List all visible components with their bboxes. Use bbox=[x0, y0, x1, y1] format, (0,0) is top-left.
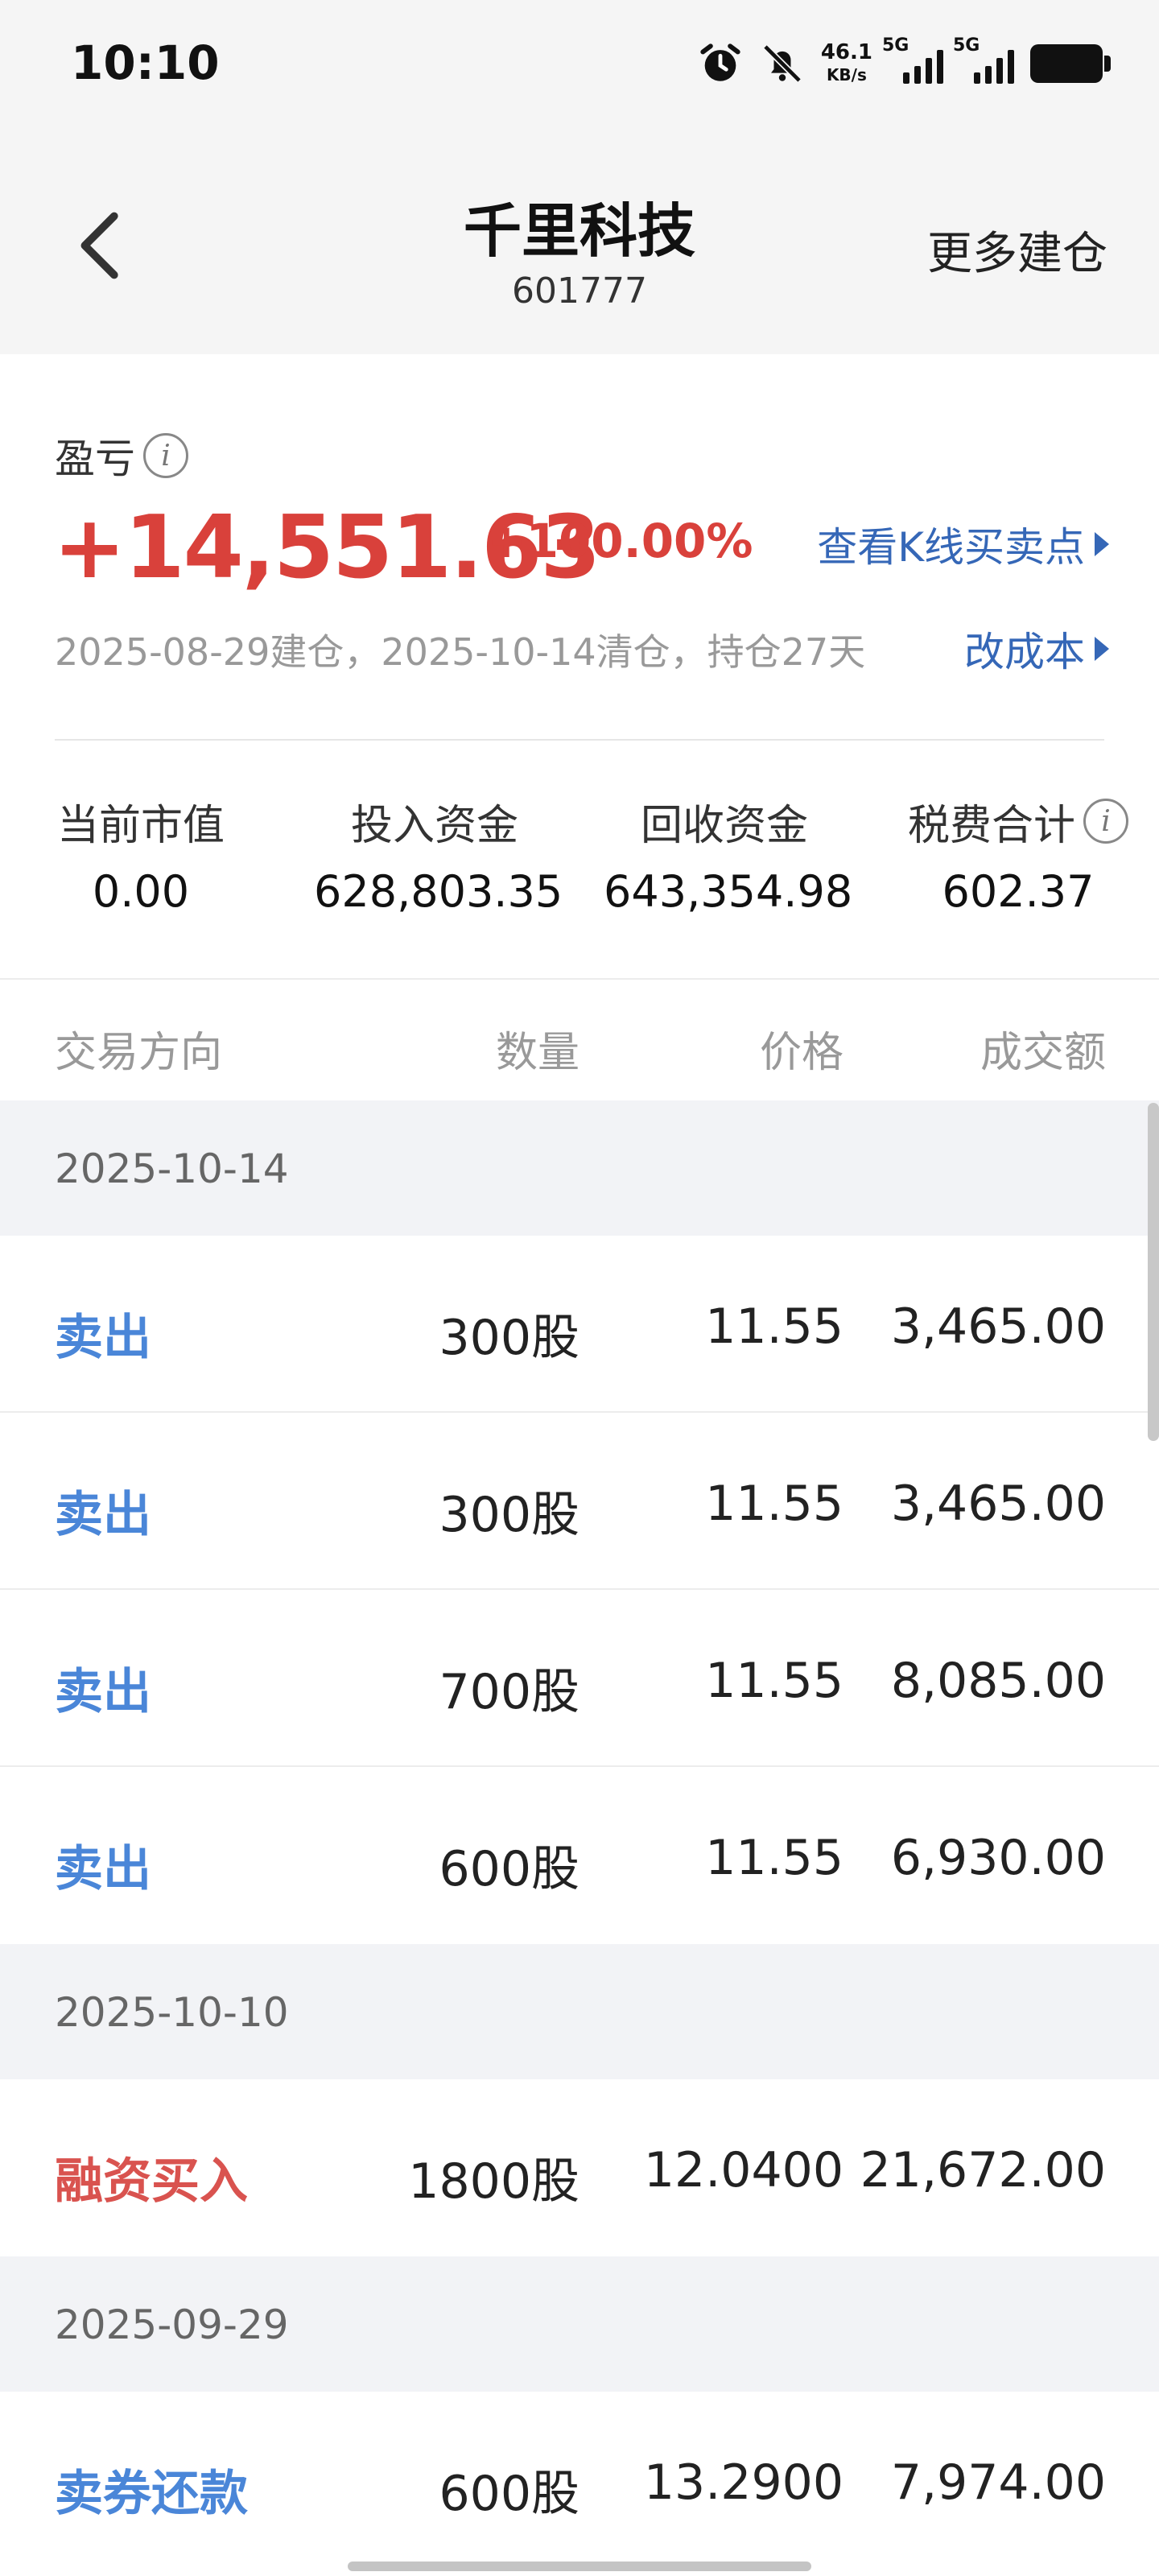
date-header: 2025-09-29 bbox=[0, 2256, 1159, 2392]
nav-bar: 千里科技 601777 更多建仓 bbox=[0, 121, 1159, 354]
signal-2-icon: 5G bbox=[953, 35, 1014, 84]
stats-row: 当前市值 0.00 投入资金 628,803.35 回收资金 643,354.9… bbox=[0, 789, 1159, 950]
divider bbox=[55, 739, 1104, 741]
signal-1-icon: 5G bbox=[882, 35, 943, 84]
stat-recovered: 回收资金 643,354.98 bbox=[604, 801, 853, 918]
table-row[interactable]: 卖券还款 600股 13.2900 7,974.00 bbox=[0, 2392, 1159, 2569]
stat-market-value: 当前市值 0.00 bbox=[56, 801, 225, 918]
edit-cost-link[interactable]: 改成本 bbox=[964, 620, 1109, 678]
alarm-icon bbox=[700, 43, 740, 81]
status-bar: 10:10 46.1 KB/s 5G 5G bbox=[0, 0, 1159, 121]
battery-icon bbox=[1030, 44, 1111, 83]
kline-link[interactable]: 查看K线买卖点 bbox=[817, 515, 1109, 573]
position-summary: 盈亏 i +14,551.63 +100.00% 查看K线买卖点 2025-08… bbox=[0, 354, 1159, 978]
info-icon[interactable]: i bbox=[143, 433, 188, 478]
stat-invested: 投入资金 628,803.35 bbox=[314, 801, 563, 918]
net-speed: 46.1 KB/s bbox=[820, 40, 872, 85]
stat-fees: 税费合计 i 602.37 bbox=[889, 789, 1147, 917]
more-positions-button[interactable]: 更多建仓 bbox=[927, 217, 1107, 283]
scrollbar[interactable] bbox=[1148, 1103, 1159, 1441]
trade-list: 2025-10-14 卖出 300股 11.55 3,465.00 卖出 300… bbox=[0, 1100, 1159, 2569]
date-header: 2025-10-10 bbox=[0, 1944, 1159, 2079]
date-header: 2025-10-14 bbox=[0, 1100, 1159, 1236]
status-icons: 46.1 KB/s 5G 5G bbox=[697, 35, 1111, 92]
home-indicator[interactable] bbox=[348, 2562, 811, 2571]
table-row[interactable]: 卖出 600股 11.55 6,930.00 bbox=[0, 1767, 1159, 1944]
table-row[interactable]: 卖出 300股 11.55 3,465.00 bbox=[0, 1236, 1159, 1413]
table-row[interactable]: 融资买入 1800股 12.0400 21,672.00 bbox=[0, 2079, 1159, 2256]
pl-label: 盈亏 i bbox=[55, 427, 188, 485]
table-header: 交易方向 数量 价格 成交额 bbox=[0, 980, 1159, 1100]
table-row[interactable]: 卖出 300股 11.55 3,465.00 bbox=[0, 1413, 1159, 1590]
triangle-right-icon bbox=[1095, 532, 1109, 556]
info-icon[interactable]: i bbox=[1083, 799, 1128, 844]
triangle-right-icon bbox=[1095, 637, 1109, 661]
table-row[interactable]: 卖出 700股 11.55 8,085.00 bbox=[0, 1590, 1159, 1767]
status-time: 10:10 bbox=[71, 35, 220, 90]
holding-info: 2025-08-29建仓，2025-10-14清仓，持仓27天 bbox=[55, 630, 866, 674]
bell-muted-icon bbox=[762, 44, 802, 83]
pl-percent: +100.00% bbox=[487, 514, 753, 568]
